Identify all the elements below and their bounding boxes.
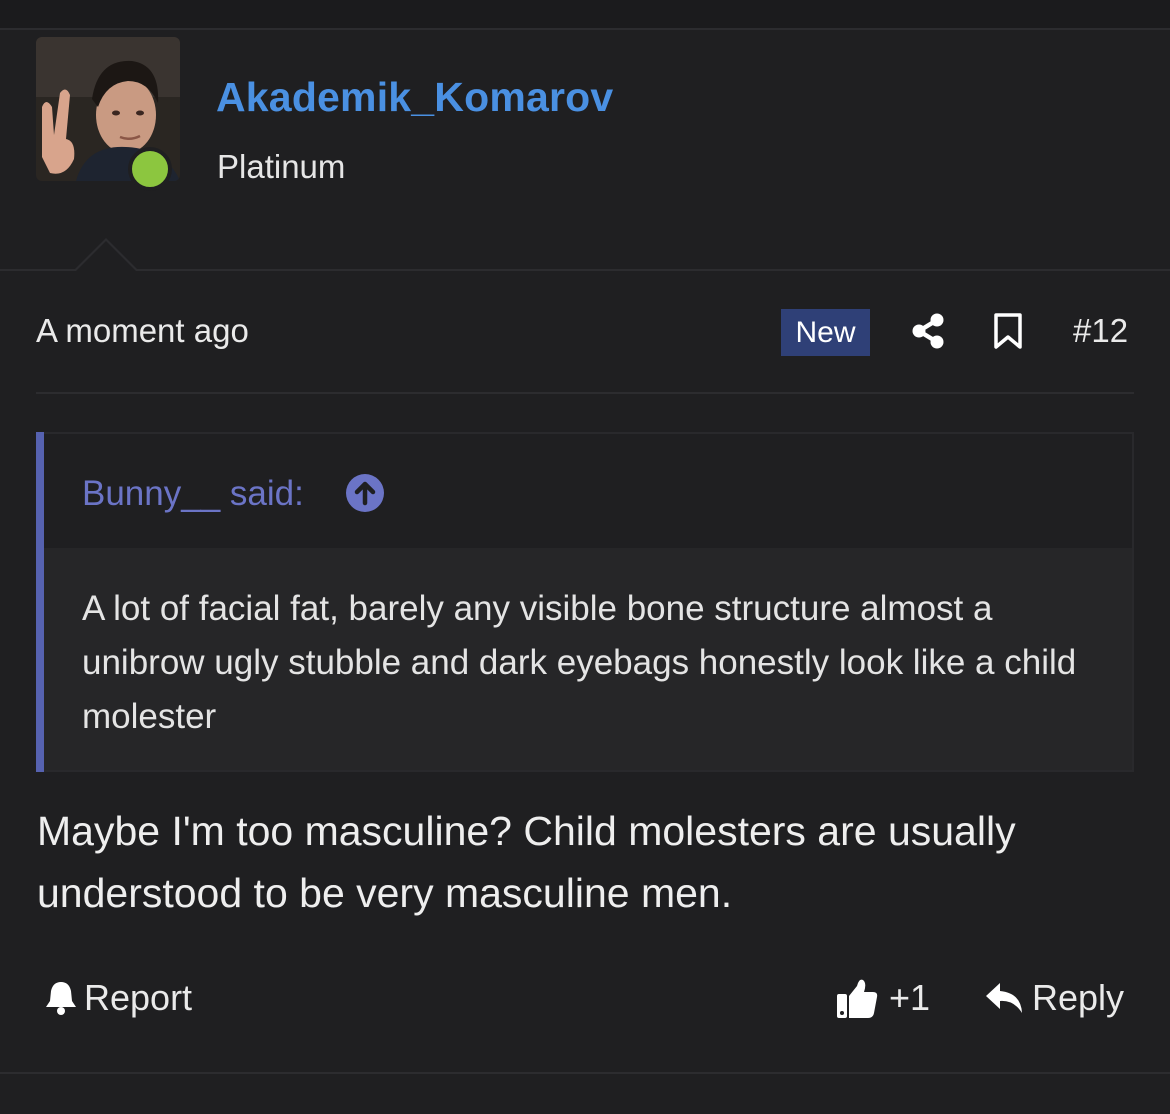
meta-divider [36,392,1134,394]
share-icon[interactable] [908,311,948,351]
post-number-link[interactable]: #12 [1073,312,1128,350]
author-divider-arrow-inner [76,241,136,271]
author-rank-title: Platinum [217,148,346,185]
post-timestamp[interactable]: A moment ago [36,312,249,350]
author-username[interactable]: Akademik_Komarov [216,74,613,121]
reply-arrow-icon [986,983,1022,1013]
top-band [0,0,1170,28]
quote-author-link[interactable]: Bunny__ said: [82,474,304,514]
online-status-dot [128,147,172,191]
bell-icon [46,982,76,1015]
like-button[interactable]: +1 [835,975,930,1021]
reply-button[interactable]: Reply [984,975,1124,1021]
thumbs-up-icon [837,979,878,1018]
reply-label: Reply [1032,977,1125,1018]
quote-text: A lot of facial fat, barely any visible … [82,589,1077,736]
arrow-up-circle-icon[interactable] [345,473,385,513]
report-button[interactable]: Report [44,975,192,1021]
next-post-band [0,1074,1170,1114]
post-body-text: Maybe I'm too masculine? Child molesters… [37,808,1016,916]
new-badge: New [781,309,870,356]
quote-accent-bar [36,432,44,772]
like-count: +1 [889,977,931,1018]
report-label: Report [84,977,193,1018]
author-divider [0,269,1170,271]
bookmark-icon[interactable] [993,312,1023,350]
